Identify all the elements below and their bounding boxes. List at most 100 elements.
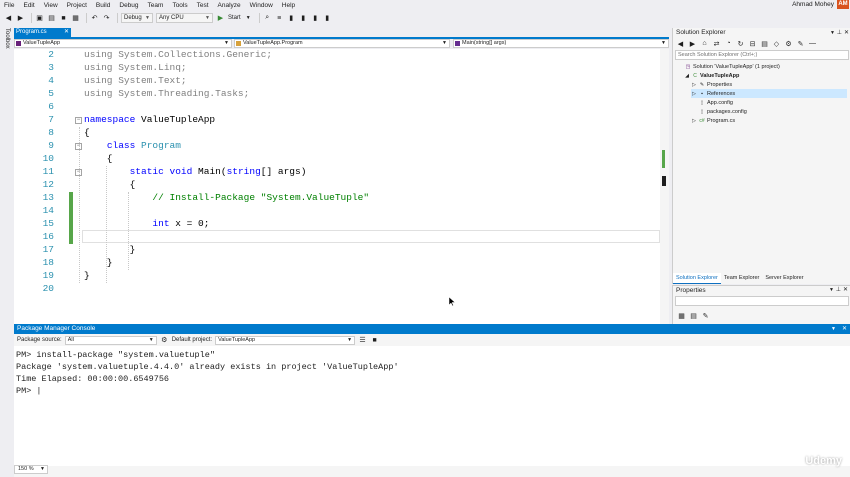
tree-item-properties[interactable]: ▷ ✎ Properties [691,80,847,89]
toolbox-strip[interactable]: Toolbox [0,26,12,323]
menu-edit[interactable]: Edit [23,2,34,9]
bookmark-next-icon[interactable]: ▮ [311,14,320,23]
bookmark-prev-icon[interactable]: ▮ [299,14,308,23]
chevron-down-icon[interactable]: ▼ [829,287,834,293]
find-icon[interactable]: ⌕ [263,14,272,23]
chevron-down-icon[interactable]: ▼ [831,324,836,334]
code-line[interactable]: static void Main(string[] args) [84,166,307,177]
back-icon[interactable]: ◀ [676,39,685,48]
comment-icon[interactable]: ≡ [275,14,284,23]
menu-build[interactable]: Build [96,2,110,9]
preview-icon[interactable]: ◇ [772,39,781,48]
tree-item-solution-valuetupleapp-1-project[interactable]: ◳ Solution 'ValueTupleApp' (1 project) [677,62,847,71]
collapse-all-icon[interactable]: ⊟ [748,39,757,48]
menu-test[interactable]: Test [197,2,209,9]
back-icon[interactable]: ◀ [4,14,13,23]
sync-icon[interactable]: ⇄ [712,39,721,48]
pin-icon[interactable]: ⊥ [837,28,842,38]
close-icon[interactable]: ✕ [843,286,848,293]
properties-icon[interactable]: ⚙ [784,39,793,48]
stop-icon[interactable]: ■ [370,336,379,345]
tree-item-app-config[interactable]: ▯ App.config [691,98,847,107]
more-icon[interactable]: — [808,39,817,48]
tab-program-cs[interactable]: Program.cs ✕ [14,28,71,37]
code-line[interactable]: } [84,270,90,281]
settings-gear-icon[interactable]: ⚙ [160,336,169,345]
open-file-icon[interactable]: ▤ [47,14,56,23]
start-button[interactable]: Start [228,15,241,21]
tab-team-explorer[interactable]: Team Explorer [721,273,762,284]
pending-changes-icon[interactable]: ◔ [724,39,733,48]
expander-icon[interactable]: ◢ [684,73,690,79]
clear-console-icon[interactable]: ☰ [358,336,367,345]
menu-debug[interactable]: Debug [119,2,138,9]
menu-help[interactable]: Help [282,2,295,9]
categorized-icon[interactable]: ▦ [677,311,686,320]
collapse-icon[interactable]: − [75,117,82,124]
code-line[interactable]: class Program [84,140,181,151]
tree-item-packages-config[interactable]: ▯ packages.config [691,107,847,116]
tree-item-program-cs[interactable]: ▷ c# Program.cs [691,116,847,125]
code-line[interactable]: { [84,153,113,164]
package-source-dropdown[interactable]: All ▼ [64,335,157,345]
code-line[interactable]: namespace ValueTupleApp [84,114,215,125]
menu-team[interactable]: Team [148,2,164,9]
avatar[interactable]: AM [837,0,849,9]
code-line[interactable]: using System.Collections.Generic; [84,49,272,60]
close-icon[interactable]: ✕ [842,324,847,334]
tab-solution-explorer[interactable]: Solution Explorer [673,273,721,284]
menu-analyze[interactable]: Analyze [218,2,241,9]
menu-view[interactable]: View [44,2,58,9]
wrench-icon[interactable]: ✎ [796,39,805,48]
forward-icon[interactable]: ▶ [688,39,697,48]
menu-tools[interactable]: Tools [172,2,187,9]
platform-dropdown[interactable]: Any CPU ▼ [156,13,213,23]
home-icon[interactable]: ⌂ [700,39,709,48]
expander-icon[interactable]: ▷ [691,91,697,97]
close-icon[interactable]: ✕ [64,28,69,37]
start-icon[interactable]: ▶ [216,14,225,23]
menu-file[interactable]: File [4,2,14,9]
code-line[interactable]: // Install-Package "System.ValueTuple" [84,192,369,203]
forward-icon[interactable]: ▶ [16,14,25,23]
code-line[interactable]: { [84,179,136,190]
member-nav-dropdown[interactable]: Main(string[] args) ▼ [453,39,669,48]
code-line[interactable]: using System.Linq; [84,62,187,73]
tree-item-references[interactable]: ▷ ▪ References [691,89,847,98]
project-nav-dropdown[interactable]: ValueTupleApp ▼ [14,39,232,48]
user-name[interactable]: Ahmad Mohey [792,1,834,8]
show-all-files-icon[interactable]: ▤ [760,39,769,48]
close-icon[interactable]: ✕ [844,28,849,38]
properties-object-dropdown[interactable] [675,296,849,306]
code-editor[interactable]: 2 using System.Collections.Generic; 3 using… [14,49,660,324]
editor-scrollbar[interactable] [660,49,669,324]
tab-server-explorer[interactable]: Server Explorer [762,273,806,284]
undo-icon[interactable]: ↶ [90,14,99,23]
solution-config-dropdown[interactable]: Debug ▼ [121,13,153,23]
code-line[interactable]: } [84,257,113,268]
code-line[interactable]: using System.Threading.Tasks; [84,88,249,99]
code-line[interactable]: using System.Text; [84,75,187,86]
class-nav-dropdown[interactable]: ValueTupleApp.Program ▼ [234,39,450,48]
pin-icon[interactable]: ⊥ [836,286,841,293]
bookmark-icon[interactable]: ▮ [287,14,296,23]
save-all-icon[interactable]: ▦ [71,14,80,23]
code-line[interactable]: { [84,127,90,138]
expander-icon[interactable]: ▷ [691,118,697,124]
refresh-icon[interactable]: ↻ [736,39,745,48]
bookmark-clear-icon[interactable]: ▮ [323,14,332,23]
expander-icon[interactable]: ▷ [691,82,697,88]
alphabetical-icon[interactable]: ▤ [689,311,698,320]
save-icon[interactable]: ■ [59,14,68,23]
chevron-down-icon[interactable]: ▼ [830,28,835,38]
chevron-down-icon[interactable]: ▼ [244,14,253,23]
tree-item-valuetupleapp[interactable]: ◢ C ValueTupleApp [684,71,847,80]
new-project-icon[interactable]: ▣ [35,14,44,23]
menu-project[interactable]: Project [67,2,87,9]
solution-search-input[interactable]: Search Solution Explorer (Ctrl+;) [675,50,849,60]
console-zoom-dropdown[interactable]: 150 % ▼ [14,465,48,474]
property-pages-icon[interactable]: ✎ [701,311,710,320]
default-project-dropdown[interactable]: ValueTupleApp ▼ [215,335,356,345]
console-output[interactable]: PM> install-package "system.valuetuple" P… [14,346,850,466]
menu-window[interactable]: Window [250,2,273,9]
